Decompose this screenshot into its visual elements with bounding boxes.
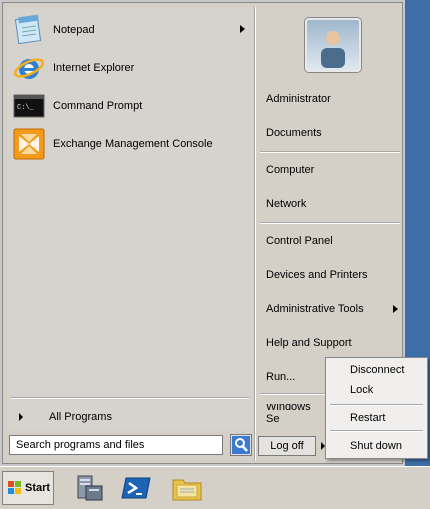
place-control-panel[interactable]: Control Panel — [266, 232, 400, 250]
internet-explorer-icon — [13, 52, 45, 84]
log-off-button[interactable]: Log off — [258, 436, 316, 456]
program-internet-explorer[interactable]: Internet Explorer — [11, 51, 249, 85]
programs-pane: Notepad Internet Explorer C:\_ Command P… — [7, 7, 253, 429]
all-programs-label: All Programs — [49, 411, 112, 423]
command-prompt-icon-text: C:\_ — [17, 104, 35, 112]
taskbar: Start — [0, 466, 430, 509]
notepad-icon — [13, 14, 45, 46]
place-label: Administrative Tools — [266, 303, 364, 315]
shutdown-submenu: Disconnect Lock Restart Shut down — [325, 357, 428, 459]
taskbar-server-manager[interactable] — [72, 472, 106, 504]
program-notepad[interactable]: Notepad — [11, 13, 249, 47]
program-label: Exchange Management Console — [53, 138, 213, 150]
search-button[interactable] — [230, 434, 252, 456]
place-administrator[interactable]: Administrator — [266, 90, 400, 108]
place-computer[interactable]: Computer — [266, 161, 400, 179]
place-windows-security[interactable]: Windows Se — [266, 404, 326, 422]
divider — [330, 430, 423, 432]
user-icon — [321, 31, 345, 68]
all-programs-button[interactable]: All Programs — [15, 407, 251, 427]
program-exchange-management-console[interactable]: Exchange Management Console — [11, 127, 249, 161]
menu-item-restart[interactable]: Restart — [350, 412, 385, 424]
windows-logo-icon — [8, 481, 21, 494]
place-documents[interactable]: Documents — [266, 124, 400, 142]
place-network[interactable]: Network — [266, 195, 400, 213]
user-avatar[interactable] — [305, 18, 361, 72]
pane-divider — [254, 7, 256, 461]
server-manager-icon — [77, 475, 103, 501]
menu-item-disconnect[interactable]: Disconnect — [350, 364, 404, 376]
arrow-right-icon — [19, 413, 23, 421]
menu-item-lock[interactable]: Lock — [350, 384, 373, 396]
program-command-prompt[interactable]: C:\_ Command Prompt — [11, 89, 249, 123]
folder-icon — [172, 479, 202, 501]
search-icon — [232, 436, 250, 454]
powershell-icon — [121, 477, 151, 499]
start-button[interactable]: Start — [2, 471, 54, 505]
menu-item-shut-down[interactable]: Shut down — [350, 440, 402, 452]
taskbar-file-explorer[interactable] — [170, 472, 204, 504]
program-label: Command Prompt — [53, 100, 143, 112]
taskbar-powershell[interactable] — [120, 472, 154, 504]
search-input[interactable]: Search programs and files — [9, 435, 223, 455]
divider — [260, 151, 400, 153]
divider — [330, 404, 423, 406]
submenu-arrow-icon — [240, 25, 245, 33]
place-administrative-tools[interactable]: Administrative Tools — [266, 300, 400, 318]
program-label: Internet Explorer — [53, 62, 135, 74]
place-help-and-support[interactable]: Help and Support — [266, 334, 400, 352]
divider — [11, 397, 249, 399]
place-devices-and-printers[interactable]: Devices and Printers — [266, 266, 400, 284]
divider — [260, 222, 400, 224]
program-label: Notepad — [53, 24, 95, 36]
start-label: Start — [25, 482, 51, 494]
command-prompt-icon: C:\_ — [13, 90, 45, 122]
submenu-arrow-icon — [393, 305, 398, 313]
exchange-icon — [13, 128, 45, 160]
